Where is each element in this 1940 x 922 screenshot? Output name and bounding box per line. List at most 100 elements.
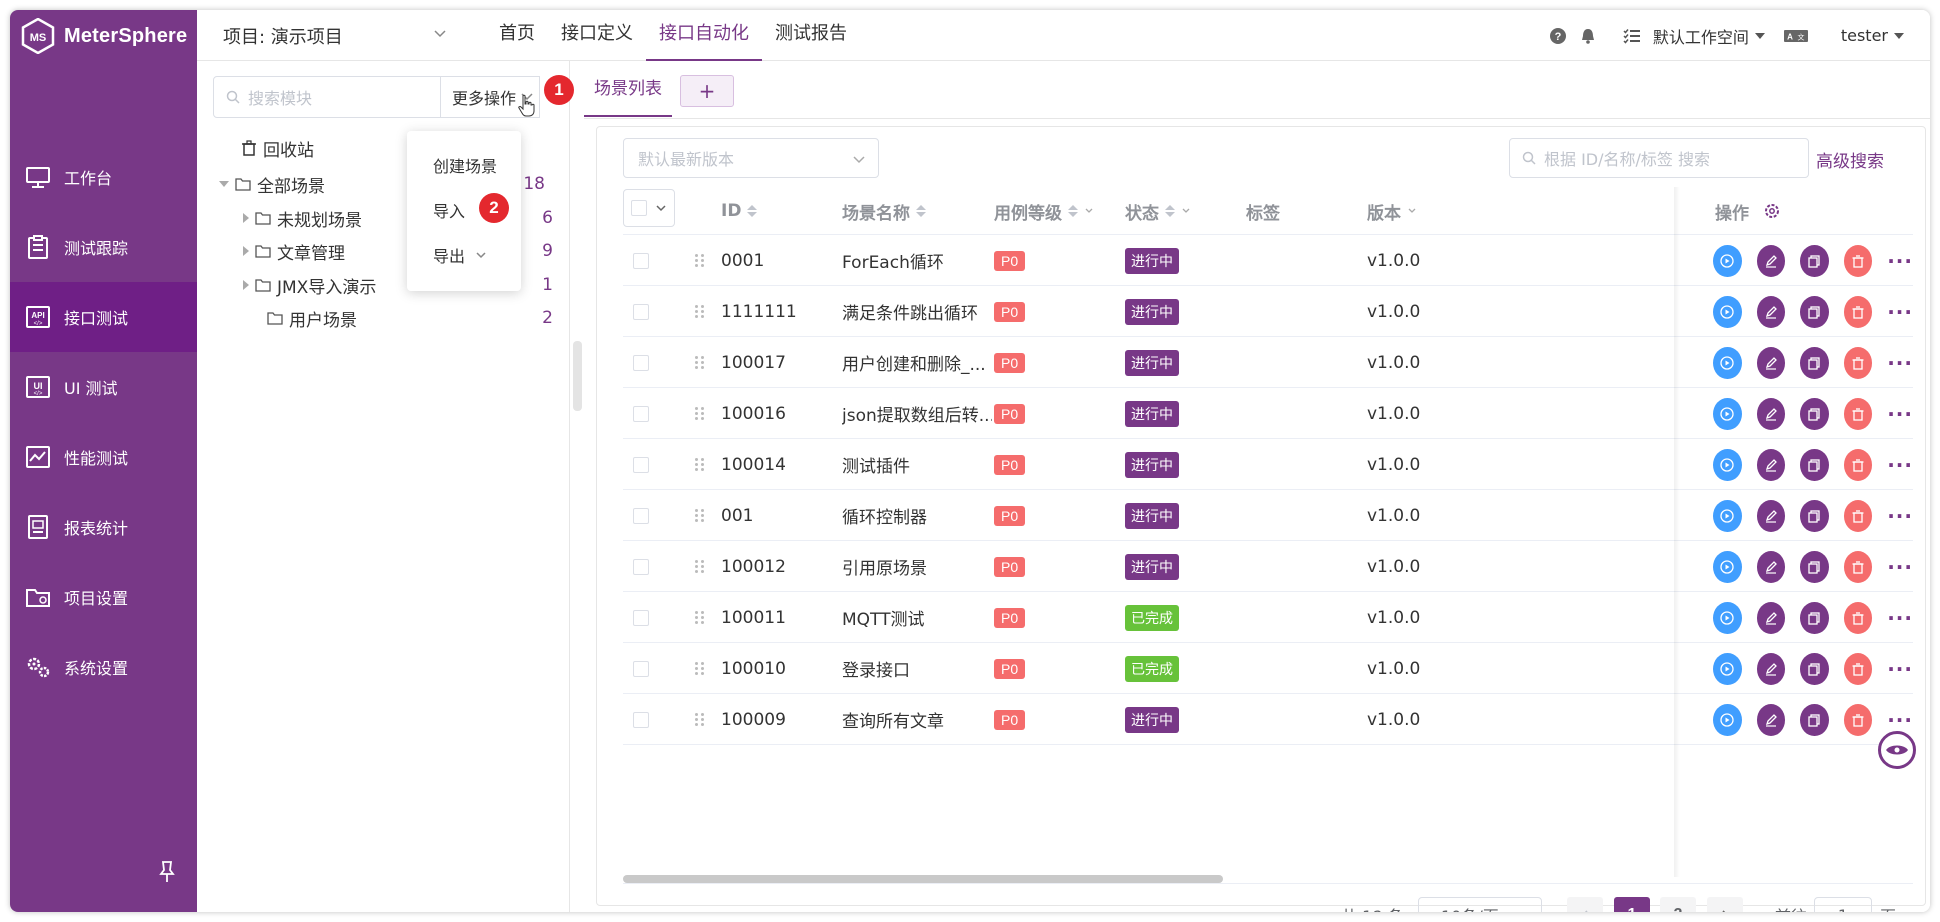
copy-button[interactable] bbox=[1800, 601, 1829, 634]
edit-button[interactable] bbox=[1756, 448, 1786, 481]
delete-button[interactable] bbox=[1843, 346, 1873, 379]
goto-page-input[interactable]: 1 bbox=[1814, 897, 1872, 912]
more-actions-icon[interactable]: ··· bbox=[1887, 453, 1913, 477]
add-tab-button[interactable]: + bbox=[680, 75, 734, 107]
drag-handle[interactable] bbox=[695, 388, 705, 439]
horizontal-scrollbar[interactable] bbox=[623, 875, 1223, 883]
expand-arrow-icon[interactable] bbox=[243, 213, 249, 223]
edit-button[interactable] bbox=[1756, 550, 1786, 583]
sidebar-item-project-settings[interactable]: 项目设置 bbox=[10, 562, 197, 632]
project-selector[interactable]: 项目: 演示项目 bbox=[223, 23, 343, 49]
more-actions-icon[interactable]: ··· bbox=[1887, 504, 1913, 528]
cell-name[interactable]: 循环控制器 bbox=[842, 490, 992, 541]
tab-home[interactable]: 首页 bbox=[486, 10, 548, 61]
sort-icon[interactable] bbox=[747, 205, 758, 217]
row-checkbox[interactable] bbox=[633, 660, 649, 677]
version-select[interactable]: 默认最新版本 bbox=[623, 138, 879, 178]
sidebar-item-test-track[interactable]: 测试跟踪 bbox=[10, 212, 197, 282]
row-checkbox[interactable] bbox=[633, 405, 649, 422]
copy-button[interactable] bbox=[1800, 448, 1829, 481]
run-button[interactable] bbox=[1713, 295, 1742, 328]
select-all-dropdown[interactable] bbox=[623, 189, 675, 227]
tab-api-automation[interactable]: 接口自动化 bbox=[646, 10, 762, 61]
edit-button[interactable] bbox=[1756, 397, 1786, 430]
expand-arrow-icon[interactable] bbox=[243, 246, 249, 256]
cell-name[interactable]: 测试插件 bbox=[842, 439, 992, 490]
table-row[interactable]: 100009 查询所有文章 P0 进行中 v1.0.0 ··· bbox=[623, 694, 1913, 745]
page-2-button[interactable]: 2 bbox=[1660, 897, 1696, 912]
more-actions-icon[interactable]: ··· bbox=[1887, 300, 1913, 324]
drag-handle[interactable] bbox=[695, 592, 705, 643]
row-checkbox[interactable] bbox=[633, 711, 649, 728]
advanced-search-link[interactable]: 高级搜索 bbox=[1816, 147, 1884, 172]
row-checkbox[interactable] bbox=[633, 456, 649, 473]
copy-button[interactable] bbox=[1800, 652, 1829, 685]
table-row[interactable]: 100017 用户创建和删除_... P0 进行中 v1.0.0 ··· bbox=[623, 337, 1913, 388]
edit-button[interactable] bbox=[1756, 346, 1786, 379]
drag-handle[interactable] bbox=[695, 337, 705, 388]
menu-item-create-scenario[interactable]: 创建场景 bbox=[433, 153, 497, 177]
column-settings-gear-icon[interactable] bbox=[1763, 202, 1781, 220]
edit-button[interactable] bbox=[1756, 652, 1786, 685]
filter-arrow-icon[interactable] bbox=[1084, 206, 1094, 216]
tab-scenario-list[interactable]: 场景列表 bbox=[584, 75, 672, 117]
table-row[interactable]: 1111111 满足条件跳出循环 P0 进行中 v1.0.0 ··· bbox=[623, 286, 1913, 337]
recycle-bin[interactable]: 回收站 bbox=[241, 131, 314, 165]
row-checkbox[interactable] bbox=[633, 303, 649, 320]
sidebar-item-api-test[interactable]: API </> 接口测试 bbox=[10, 282, 197, 352]
more-actions-icon[interactable]: ··· bbox=[1887, 249, 1913, 273]
panel-splitter[interactable] bbox=[573, 341, 582, 411]
delete-button[interactable] bbox=[1843, 295, 1873, 328]
user-menu[interactable]: tester bbox=[1841, 26, 1904, 45]
drag-handle[interactable] bbox=[695, 490, 705, 541]
run-button[interactable] bbox=[1713, 703, 1742, 736]
table-row[interactable]: 100012 引用原场景 P0 进行中 v1.0.0 ··· bbox=[623, 541, 1913, 592]
table-row[interactable]: 100010 登录接口 P0 已完成 v1.0.0 ··· bbox=[623, 643, 1913, 694]
filter-arrow-icon[interactable] bbox=[1181, 206, 1191, 216]
cell-name[interactable]: MQTT测试 bbox=[842, 592, 992, 643]
edit-button[interactable] bbox=[1756, 601, 1786, 634]
more-actions-icon[interactable]: ··· bbox=[1887, 402, 1913, 426]
row-checkbox[interactable] bbox=[633, 558, 649, 575]
select-all-checkbox[interactable] bbox=[631, 200, 647, 216]
help-icon[interactable]: ? bbox=[1549, 27, 1567, 45]
run-button[interactable] bbox=[1713, 601, 1742, 634]
delete-button[interactable] bbox=[1843, 448, 1873, 481]
filter-arrow-icon[interactable] bbox=[1407, 206, 1417, 216]
language-icon[interactable]: A文 bbox=[1783, 27, 1809, 45]
delete-button[interactable] bbox=[1843, 703, 1873, 736]
next-page-button[interactable] bbox=[1707, 897, 1743, 912]
row-checkbox[interactable] bbox=[633, 609, 649, 626]
drag-handle[interactable] bbox=[695, 286, 705, 337]
more-actions-icon[interactable]: ··· bbox=[1887, 351, 1913, 375]
delete-button[interactable] bbox=[1843, 397, 1873, 430]
delete-button[interactable] bbox=[1843, 652, 1873, 685]
more-actions-icon[interactable]: ··· bbox=[1887, 606, 1913, 630]
drag-handle[interactable] bbox=[695, 694, 705, 745]
cell-name[interactable]: 查询所有文章 bbox=[842, 694, 992, 745]
column-name[interactable]: 场景名称 bbox=[842, 187, 926, 235]
pin-icon[interactable] bbox=[158, 860, 176, 884]
run-button[interactable] bbox=[1713, 550, 1742, 583]
expand-arrow-icon[interactable] bbox=[219, 181, 229, 187]
run-button[interactable] bbox=[1713, 652, 1742, 685]
copy-button[interactable] bbox=[1800, 244, 1829, 277]
tree-node-user[interactable]: 用户场景 2 bbox=[267, 301, 573, 335]
column-id[interactable]: ID bbox=[721, 187, 758, 235]
cell-name[interactable]: 满足条件跳出循环 bbox=[842, 286, 992, 337]
copy-button[interactable] bbox=[1800, 346, 1829, 379]
delete-button[interactable] bbox=[1843, 499, 1873, 532]
delete-button[interactable] bbox=[1843, 601, 1873, 634]
copy-button[interactable] bbox=[1800, 295, 1829, 328]
run-button[interactable] bbox=[1713, 346, 1742, 379]
cell-name[interactable]: ForEach循环 bbox=[842, 235, 992, 286]
page-1-button[interactable]: 1 bbox=[1614, 897, 1650, 912]
drag-handle[interactable] bbox=[695, 643, 705, 694]
cell-name[interactable]: 用户创建和删除_... bbox=[842, 337, 992, 388]
run-button[interactable] bbox=[1713, 499, 1742, 532]
copy-button[interactable] bbox=[1800, 703, 1829, 736]
bell-icon[interactable] bbox=[1579, 27, 1597, 45]
more-actions-icon[interactable]: ··· bbox=[1887, 555, 1913, 579]
run-button[interactable] bbox=[1713, 448, 1742, 481]
more-actions-icon[interactable]: ··· bbox=[1887, 708, 1913, 732]
